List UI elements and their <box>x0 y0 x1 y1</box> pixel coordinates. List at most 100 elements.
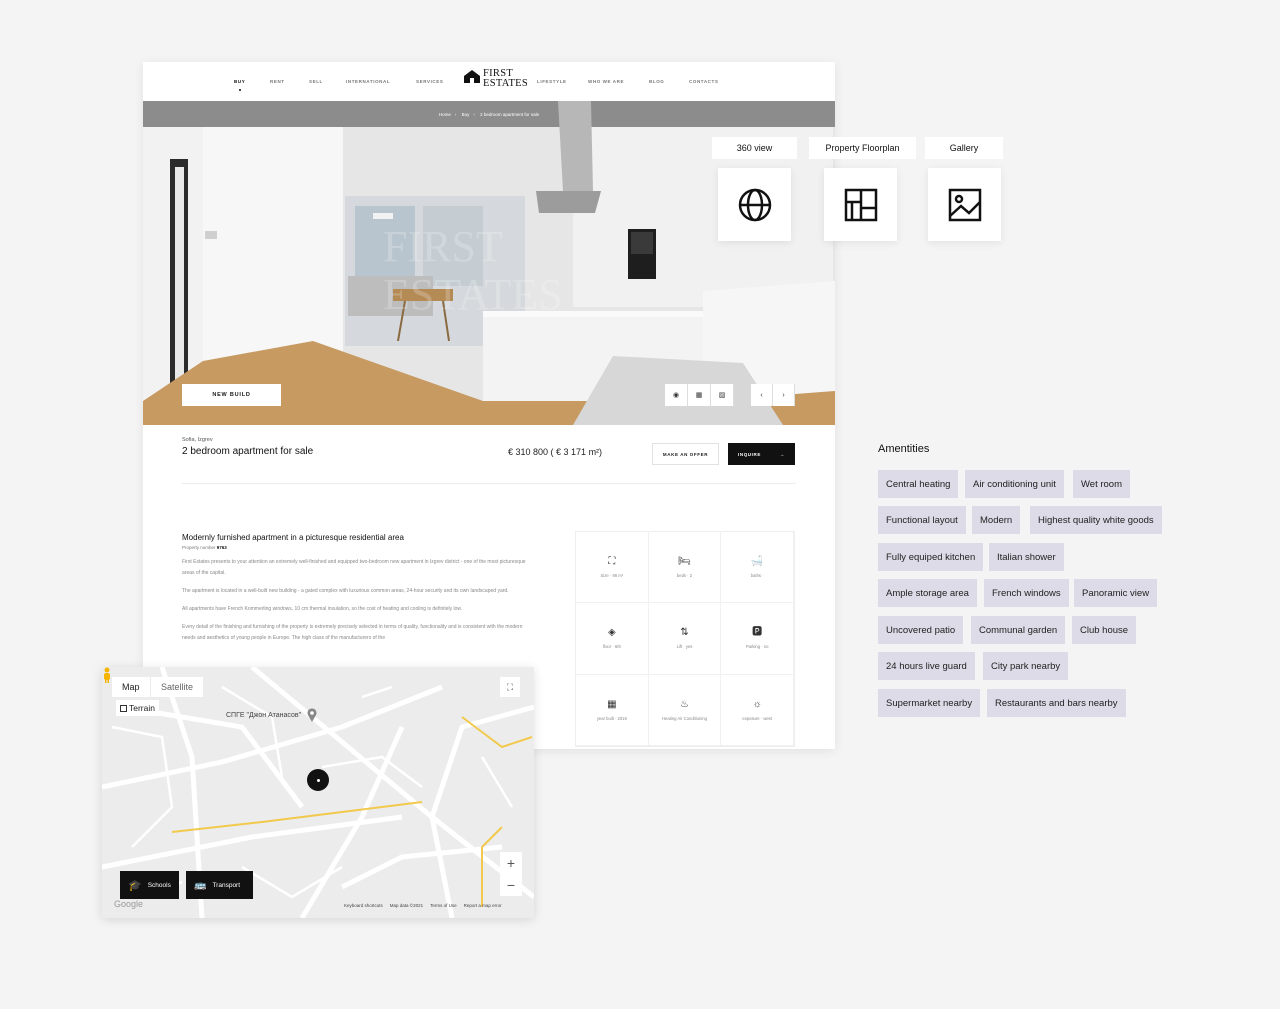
zoom-control: + − <box>500 852 522 896</box>
nav-item-contacts[interactable]: CONTACTS <box>689 79 718 84</box>
fullscreen-icon: ⛶ <box>506 681 514 692</box>
report-error-link[interactable]: Report a map error <box>464 903 502 908</box>
logo[interactable]: FIRST ESTATES <box>463 68 529 89</box>
gallery-label[interactable]: Gallery <box>925 137 1003 159</box>
nav-item-buy[interactable]: BUY <box>234 79 245 84</box>
hero-view-buttons: ◉ ▦ ▨ <box>665 384 734 406</box>
feature-baths: 🛁 baths · <box>721 532 794 604</box>
amenity-tag: Panoramic view <box>1074 579 1158 607</box>
description-paragraph: Every detail of the finishing and furnis… <box>182 624 523 641</box>
pegman-icon[interactable] <box>102 667 112 683</box>
make-offer-button[interactable]: MAKE AN OFFER <box>652 443 719 465</box>
amenity-tag: Restaurants and bars nearby <box>987 689 1126 717</box>
property-card: BUY RENT SELL INTERNATIONAL SERVICES FIR… <box>143 62 835 749</box>
feature-beds: 🛏 beds · 2 <box>648 532 722 604</box>
checkbox-icon <box>120 704 127 712</box>
description-heading: Modernly furnished apartment in a pictur… <box>182 533 404 542</box>
zoom-in-button[interactable]: + <box>507 855 515 871</box>
amenity-tag: City park nearby <box>983 652 1069 680</box>
heating-icon: ♨ <box>680 698 689 710</box>
amenity-tag: Modern <box>972 506 1021 534</box>
prev-button[interactable]: ‹ <box>751 384 773 406</box>
floorplan-icon: ▦ <box>695 392 703 399</box>
next-button[interactable]: › <box>773 384 795 406</box>
transport-label: Transport <box>212 881 241 889</box>
property-location-pin[interactable] <box>307 769 329 791</box>
map-footer: Keyboard shortcuts Map data ©2021 Terms … <box>344 903 502 908</box>
zoom-out-button[interactable]: − <box>507 877 515 893</box>
amenity-tag: Italian shower <box>989 543 1064 571</box>
property-number: Property number 9763 <box>182 545 227 550</box>
calendar-icon: ▦ <box>607 698 617 710</box>
fullscreen-button[interactable]: ⛶ <box>500 677 520 697</box>
keyboard-shortcuts-link[interactable]: Keyboard shortcuts <box>344 903 383 908</box>
schools-label: Schools <box>147 881 171 889</box>
amenity-tag: 24 hours live guard <box>878 652 975 680</box>
feature-size: ⛶ Size · 98 m² <box>576 532 649 604</box>
size-icon: ⛶ <box>608 556 616 568</box>
section-divider <box>182 483 796 484</box>
image-icon: ▨ <box>718 392 726 399</box>
amenities-section: Amentities <box>878 443 929 455</box>
house-logo-icon <box>464 70 480 83</box>
hero-gallery-button[interactable]: ▨ <box>711 384 734 406</box>
bus-icon: 🚌 <box>194 879 207 891</box>
hero-360-button[interactable]: ◉ <box>665 384 688 406</box>
globe-icon <box>738 188 771 221</box>
nav-item-lifestyle[interactable]: LIFESTYLE <box>537 79 567 84</box>
amenity-tag: Fully equiped kitchen <box>878 543 984 571</box>
nav-item-rent[interactable]: RENT <box>270 79 285 84</box>
sun-icon: ☼ <box>752 698 762 710</box>
nav-active-dot <box>239 89 241 91</box>
arrow-right-icon: → <box>779 451 785 457</box>
floorplan-label[interactable]: Property Floorplan <box>809 137 916 159</box>
inquire-label: INQUIRE <box>738 451 761 457</box>
new-build-badge: NEW BUILD <box>182 384 281 406</box>
nav-item-sell[interactable]: SELL <box>309 79 323 84</box>
feature-year-built: ▦ year built · 2019 <box>576 674 649 746</box>
inquire-button[interactable]: INQUIRE → <box>728 443 795 465</box>
breadcrumb-buy[interactable]: Buy <box>462 112 470 117</box>
360-view-tile[interactable] <box>718 168 791 241</box>
terrain-checkbox[interactable]: Terrain <box>116 700 159 716</box>
hero-floorplan-button[interactable]: ▦ <box>688 384 711 406</box>
feature-floor: ◈ floor · 6/8 <box>576 603 649 675</box>
logo-line-2: ESTATES <box>483 78 529 89</box>
listing-header: Sofia, Izgrev 2 bedroom apartment for sa… <box>182 437 796 465</box>
360-view-label[interactable]: 360 view <box>712 137 797 159</box>
map-widget[interactable]: Map Satellite Terrain ⛶ СПГЕ "Джон Атана… <box>102 667 534 918</box>
bed-icon: 🛏 <box>678 556 691 568</box>
breadcrumb-home[interactable]: Home <box>439 112 451 117</box>
watermark-line-2: ESTATES <box>383 270 563 319</box>
schools-button[interactable]: 🎓 Schools <box>120 871 179 899</box>
floor-icon: ◈ <box>607 627 616 639</box>
top-nav: BUY RENT SELL INTERNATIONAL SERVICES FIR… <box>143 62 835 101</box>
transport-button[interactable]: 🚌 Transport <box>186 871 253 899</box>
feature-exposure: ☼ exposure · west <box>721 674 794 746</box>
feature-heating: ♨ Heating Air Conditioning <box>648 674 722 746</box>
feature-lift: ⇅ Lift · yes <box>648 603 722 675</box>
nav-item-blog[interactable]: BLOG <box>649 79 664 84</box>
floorplan-tile[interactable] <box>824 168 897 241</box>
map-data-text: Map data ©2021 <box>389 903 424 908</box>
amenity-tag: Highest quality white goods <box>1030 506 1162 534</box>
nav-item-international[interactable]: INTERNATIONAL <box>346 79 390 84</box>
map-poi-pin-icon[interactable] <box>307 708 317 722</box>
globe-icon: ◉ <box>672 392 680 399</box>
description-paragraph: First Estates presents to your attention… <box>182 559 526 576</box>
nav-item-who-we-are[interactable]: WHO WE ARE <box>588 79 624 84</box>
map-tab-map[interactable]: Map <box>112 677 150 697</box>
description-paragraph: All apartments have French Kommerling wi… <box>182 606 463 612</box>
graduation-cap-icon: 🎓 <box>128 879 142 892</box>
breadcrumb: Home › Buy › 2 bedroom apartment for sale <box>438 112 540 117</box>
floorplan-icon <box>844 188 877 221</box>
gallery-tile[interactable] <box>928 168 1001 241</box>
nav-item-services[interactable]: SERVICES <box>416 79 443 84</box>
amenity-tag: Wet room <box>1073 470 1131 498</box>
features-grid: ⛶ Size · 98 m² 🛏 beds · 2 🛁 baths · ◈ floor … <box>575 531 795 747</box>
watermark-line-1: FIRST <box>383 222 503 271</box>
map-tab-satellite[interactable]: Satellite <box>151 677 204 697</box>
terms-link[interactable]: Terms of Use <box>430 903 457 908</box>
bath-icon: 🛁 <box>750 556 764 568</box>
amenity-tag: Club house <box>1072 616 1137 644</box>
